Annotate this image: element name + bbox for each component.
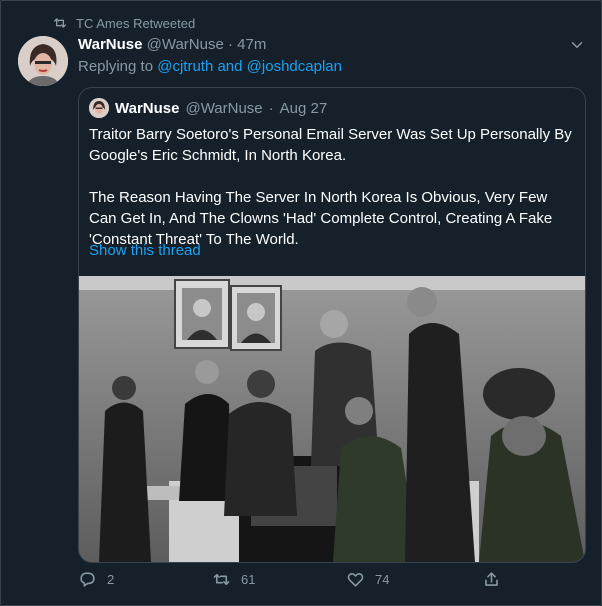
quoted-photo[interactable] [79, 276, 585, 562]
quoted-display-name[interactable]: WarNuse [115, 100, 179, 117]
separator-dot: · [268, 99, 274, 117]
reply-user-link[interactable]: @cjtruth [157, 58, 213, 75]
quoted-text: Traitor Barry Soetoro's Personal Email S… [89, 124, 575, 250]
tweet-header: WarNuse @WarNuse · 47m [78, 36, 266, 53]
chevron-down-icon[interactable] [568, 36, 586, 54]
replying-to: Replying to @cjtruth and @joshdcaplan [78, 58, 342, 75]
quoted-header: WarNuse @WarNuse · Aug 27 [89, 98, 327, 118]
separator-dot: · [228, 36, 233, 53]
reply-and: and [217, 58, 243, 75]
heart-icon [347, 573, 364, 587]
share-button[interactable] [482, 570, 501, 589]
retweet-icon [54, 18, 66, 28]
retweet-count: 61 [241, 572, 256, 587]
reply-count: 2 [107, 572, 115, 587]
retweet-label[interactable]: TC Ames Retweeted [76, 16, 195, 31]
display-name[interactable]: WarNuse [78, 36, 142, 53]
quoted-paragraph: Traitor Barry Soetoro's Personal Email S… [89, 126, 572, 164]
quoted-date[interactable]: Aug 27 [280, 100, 328, 117]
quoted-avatar [89, 98, 109, 118]
reply-icon [80, 572, 95, 587]
tweet-time[interactable]: 47m [237, 36, 266, 53]
show-thread-link[interactable]: Show this thread [89, 242, 201, 259]
share-icon [485, 572, 498, 586]
retweet-icon [213, 573, 230, 586]
quoted-tweet[interactable]: WarNuse @WarNuse · Aug 27 Traitor Barry … [78, 87, 586, 563]
avatar[interactable] [18, 36, 68, 86]
tweet-actions: 2 61 74 [78, 570, 508, 592]
quoted-handle[interactable]: @WarNuse [185, 100, 262, 117]
user-handle[interactable]: @WarNuse [147, 36, 224, 53]
retweet-button[interactable]: 61 [212, 570, 255, 589]
reply-button[interactable]: 2 [78, 570, 114, 589]
like-count: 74 [375, 572, 390, 587]
replying-prefix: Replying to [78, 58, 154, 75]
reply-user-link[interactable]: @joshdcaplan [247, 58, 342, 75]
quoted-paragraph: The Reason Having The Server In North Ko… [89, 189, 553, 248]
like-button[interactable]: 74 [346, 570, 389, 589]
retweet-context: TC Ames Retweeted [52, 15, 195, 31]
